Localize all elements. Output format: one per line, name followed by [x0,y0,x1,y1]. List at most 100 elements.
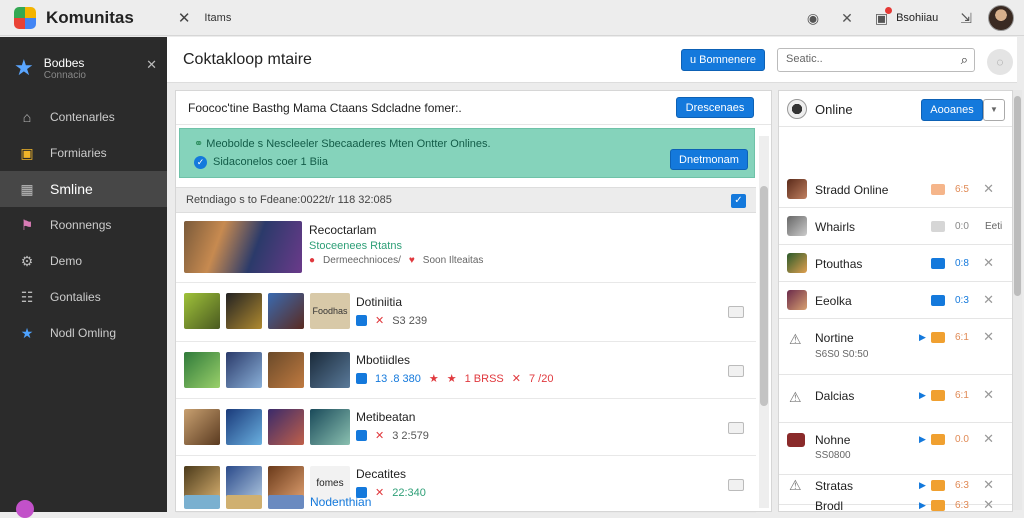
header-action-button[interactable]: u Bomnenere [681,49,765,71]
game-thumbnail [184,221,302,273]
panel-row-name: Stradd Online [815,183,889,197]
warning-icon: ⚠ [789,477,802,493]
home-icon: ⌂ [22,109,32,125]
panel-title: Online [815,102,853,117]
help-icon[interactable]: ◉ [807,10,819,27]
row-checkbox[interactable] [728,479,744,491]
list-item[interactable]: Metibeatan ✕ 3 2:579 [176,400,756,456]
tab-items[interactable]: Itams [204,12,231,24]
main-area: Coktakloop mtaire u Bomnenere Seatic.. ⌕… [167,37,1017,513]
panel-header: Online Aooanes ▼ [779,91,1012,127]
settings-icon[interactable]: ◌ [987,49,1013,75]
tag-icon [931,500,945,511]
close-icon[interactable]: ✕ [983,255,994,271]
sidebar-item-gontalies[interactable]: ☷ Gontalies [0,279,167,315]
close-icon[interactable]: ✕ [146,57,157,73]
game-thumbnail [184,409,220,445]
row-meta-text: 1 BRSS [464,372,504,385]
sidebar-item-roonnengs[interactable]: ⚑ Roonnengs [0,207,167,243]
star-square-icon: ▣ [20,144,34,161]
sidebar-item-formiaries[interactable]: ▣ Formiaries [0,135,167,171]
list-subheader-text: Retndiago s to Fdeane:0022t/r 118 32:085 [186,194,392,206]
user-name[interactable]: Bsohiiau [896,12,938,24]
chevron-down-icon[interactable]: ▼ [983,99,1005,121]
close-icon[interactable]: ✕ [178,9,191,27]
play-icon[interactable]: ▶ [919,500,926,511]
tag-icon [931,390,945,401]
close-icon[interactable]: ✕ [983,181,994,197]
row-thumbnails: Foodhas [184,293,350,329]
panel-row-subtitle: SS0800 [815,450,851,461]
play-icon[interactable]: ▶ [919,434,926,445]
play-icon[interactable]: ▶ [919,390,926,401]
notice-button[interactable]: Dnetmonam [670,149,748,170]
panel-action-button[interactable]: Aooanes [921,99,983,121]
select-all-checkbox[interactable]: ✓ [731,194,746,208]
sidebar-item-label: Demo [50,254,83,268]
play-icon[interactable]: ▶ [919,332,926,343]
close-icon: ✕ [375,430,385,442]
panel-row[interactable]: Eeolka 0:3 ✕ [779,282,1012,319]
avatar[interactable] [988,5,1014,31]
panel-row-value: 6:3 [955,480,969,491]
panel-scrollbar[interactable] [1013,90,1022,510]
scrollbar-thumb[interactable] [1014,96,1021,296]
panel-row[interactable]: Ptouthas 0:8 ✕ [779,245,1012,282]
close-icon[interactable]: ✕ [983,497,994,513]
list-item[interactable]: Foodhas Dotiniitia ✕ S3 239 [176,284,756,342]
close-icon[interactable]: ✕ [983,329,994,345]
row-meta-text: 13 .8 380 [375,372,421,385]
avatar [787,433,805,447]
sidebar-item-label: Contenarles [50,110,115,124]
row-checkbox[interactable] [728,306,744,318]
row-meta-text: 3 2:579 [392,429,429,442]
panel-row-value: 6:1 [955,390,969,401]
panel-row[interactable]: Whairls 0:0 Eeti [779,208,1012,245]
list-item[interactable]: Nodenthian [176,491,756,511]
close-icon[interactable]: ✕ [841,10,853,27]
panel-row[interactable]: ⚠ Nortine S6S0 S0:50 ▶ 6:1 ✕ [779,319,1012,375]
check-icon: ✓ [194,156,207,169]
feed-scrollbar[interactable] [759,136,769,508]
row-thumbnails [184,221,302,273]
panel-row[interactable]: Brodl ▶ 6:3 ✕ [779,497,1012,513]
scrollbar-thumb[interactable] [760,186,768,406]
status-icon[interactable] [16,500,34,518]
chart-icon: ▦ [20,180,34,197]
notice-line-2: ✓ Sidaconelos coer 1 Biia [194,156,328,169]
play-icon[interactable]: ▶ [919,480,926,491]
panel-row[interactable]: Stradd Online 6:5 ✕ [779,171,1012,208]
flag-icon: ⚑ [20,216,34,233]
panel-row[interactable]: Nohne SS0800 ▶ 0.0 ✕ [779,423,1012,475]
row-checkbox[interactable] [728,365,744,377]
panel-row-name: Nortine [815,331,854,345]
close-icon[interactable]: ✕ [983,477,994,493]
close-icon[interactable]: ✕ [983,292,994,308]
search-icon[interactable]: ⌕ [961,52,968,68]
list-item[interactable]: Mbotiidles 13 .8 380 ★ ★ 1 BRSS ✕ 7 /20 [176,343,756,399]
feed-action-button[interactable]: Drescenaes [676,97,754,118]
sidebar-item-contenarles[interactable]: ⌂ Contenarles [0,99,167,135]
list-item[interactable]: Recoctarlam Stoceenees Rtatns ● Dermeechn… [176,215,756,283]
notice-banner: ⚭ Meobolde s Nescleeler Sbecaaderes Mten… [179,128,755,178]
close-icon[interactable]: ✕ [983,387,994,403]
close-icon[interactable]: ✕ [983,431,994,447]
notification-icon[interactable]: ▣ [875,6,893,27]
row-checkbox[interactable] [728,422,744,434]
panel-row-value: 0.0 [955,434,969,445]
sidebar-item-label: Smline [50,181,93,197]
row-meta: ● Dermeechnioces/ ♥ Soon Ilteaitas [309,255,483,266]
row-subtitle: Stoceenees Rtatns [309,240,402,252]
sidebar-item-smline[interactable]: ▦ Smline [0,171,167,207]
game-thumbnail [184,293,220,329]
sidebar-item-demo[interactable]: ⚙ Demo [0,243,167,279]
search-placeholder: Seatic.. [786,53,823,65]
search-input[interactable]: Seatic.. ⌕ [777,48,975,72]
sidebar-item-nodl-omling[interactable]: ★ Nodl Omling [0,315,167,351]
panel-row-name: Brodl [815,499,844,513]
star-icon: ★ [14,55,34,80]
tag-icon [931,434,945,445]
logout-icon[interactable]: ⇲ [960,10,972,27]
panel-row[interactable]: ⚠ Dalcias ▶ 6:1 ✕ [779,375,1012,423]
panel-row-value: 0:3 [955,295,969,306]
